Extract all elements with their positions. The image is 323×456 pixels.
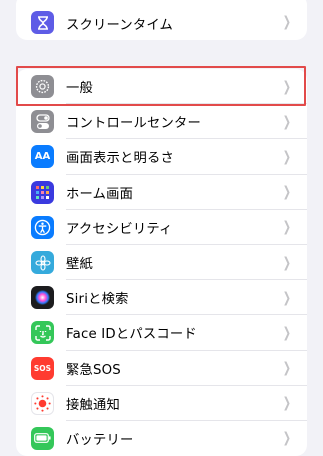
settings-row-exposure-notifications[interactable]: 接触通知 ❯ — [16, 386, 307, 421]
sos-glyph: SOS — [33, 363, 52, 373]
settings-group-main: 一般 ❯ コントロールセンター ❯ AA 画面表示と明るさ ❯ ホーム画面 ❯ — [16, 69, 307, 456]
siri-icon — [31, 286, 54, 310]
text-size-glyph: AA — [34, 151, 51, 163]
chevron-right-icon: ❯ — [283, 360, 292, 377]
settings-row-control-center[interactable]: コントロールセンター ❯ — [16, 104, 307, 140]
sos-icon: SOS — [31, 356, 54, 380]
chevron-right-icon: ❯ — [283, 184, 292, 201]
chevron-right-icon: ❯ — [283, 430, 292, 447]
settings-row-label: スクリーンタイム — [66, 18, 174, 33]
chevron-right-icon: ❯ — [283, 324, 292, 341]
text-size-icon: AA — [31, 145, 54, 169]
settings-row-label: Face IDとパスコード — [66, 327, 197, 343]
settings-row-label: 緊急SOS — [66, 362, 121, 378]
hourglass-icon — [31, 11, 54, 34]
chevron-right-icon: ❯ — [283, 219, 292, 236]
accessibility-icon — [31, 215, 54, 239]
settings-row-accessibility[interactable]: アクセシビリティ ❯ — [16, 210, 307, 245]
settings-row-label: 壁紙 — [66, 257, 93, 273]
home-grid-icon — [31, 180, 54, 204]
highlight-box — [16, 66, 306, 106]
chevron-right-icon: ❯ — [283, 14, 292, 30]
settings-row-label: アクセシビリティ — [66, 221, 173, 237]
settings-row-label: Siriと検索 — [66, 292, 129, 308]
chevron-right-icon: ❯ — [283, 395, 292, 412]
settings-row-label: 接触通知 — [66, 397, 120, 413]
settings-row-label: コントロールセンター — [66, 116, 201, 132]
settings-row-face-id-passcode[interactable]: Face IDとパスコード ❯ — [16, 315, 307, 351]
flower-icon — [31, 251, 54, 275]
settings-row-wallpaper[interactable]: 壁紙 ❯ — [16, 245, 307, 281]
settings-row-label: ホーム画面 — [66, 186, 134, 202]
settings-row-label: バッテリー — [66, 432, 134, 448]
settings-row-home-screen[interactable]: ホーム画面 ❯ — [16, 175, 307, 210]
settings-row-emergency-sos[interactable]: SOS 緊急SOS ❯ — [16, 351, 307, 386]
toggles-icon — [31, 110, 54, 134]
settings-row-label: 画面表示と明るさ — [66, 151, 174, 167]
settings-row-battery[interactable]: バッテリー ❯ — [16, 421, 307, 456]
chevron-right-icon: ❯ — [283, 148, 292, 165]
settings-group-top: スクリーンタイム ❯ — [16, 0, 307, 40]
settings-row-display-brightness[interactable]: AA 画面表示と明るさ ❯ — [16, 139, 307, 175]
battery-icon — [31, 426, 54, 450]
settings-row-screen-time[interactable]: スクリーンタイム ❯ — [16, 0, 307, 40]
chevron-right-icon: ❯ — [283, 289, 292, 306]
face-id-icon — [31, 321, 54, 345]
exposure-notification-icon — [31, 391, 54, 415]
chevron-right-icon: ❯ — [283, 113, 292, 130]
settings-row-siri-search[interactable]: Siriと検索 ❯ — [16, 280, 307, 316]
chevron-right-icon: ❯ — [283, 254, 292, 271]
